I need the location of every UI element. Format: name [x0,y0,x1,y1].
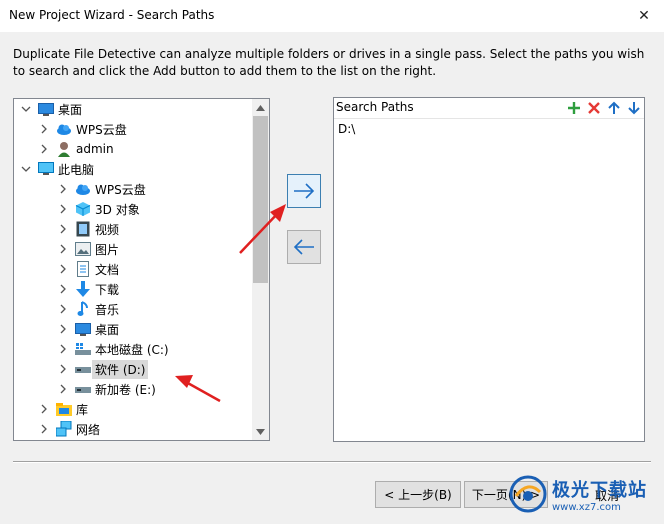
scroll-down-icon [256,428,265,435]
close-button[interactable]: ✕ [624,0,664,32]
tree-item-label: admin [76,142,114,156]
tree-item-label: 本地磁盘 (C:) [95,342,169,357]
tree-item[interactable]: admin [38,139,114,159]
chevron-right-icon[interactable] [38,403,50,415]
remove-path-button[interactable] [287,230,321,264]
tree-item-label: 库 [76,402,89,417]
tree-item-label: 桌面 [95,322,120,337]
tree-item[interactable]: WPS云盘 [57,179,146,199]
title-bar: New Project Wizard - Search Paths ✕ [0,0,664,32]
tree-item[interactable]: 此电脑 [20,159,94,179]
search-path-item[interactable]: D:\ [338,122,355,136]
tree-item[interactable]: 桌面 [57,319,119,339]
tree-item-selected[interactable]: 软件 (D:) [57,359,149,379]
desktop-icon [38,101,54,117]
scroll-up-button[interactable] [252,99,269,116]
tree-item-label: 3D 对象 [95,202,140,217]
tree-item[interactable]: 新加卷 (E:) [57,379,156,399]
tree-item-label: 文档 [95,262,120,277]
remove-icon[interactable] [585,100,602,116]
tree-item-label: 软件 (D:) [92,359,149,379]
chevron-right-icon[interactable] [57,263,69,275]
tree-item-label: WPS云盘 [76,122,127,137]
chevron-down-icon[interactable] [20,163,32,175]
tree-item-label: 此电脑 [58,162,95,177]
cloud-icon [56,121,72,137]
search-paths-header: Search Paths [334,98,644,119]
add-icon[interactable] [565,100,582,116]
arrow-left-icon [293,239,314,255]
arrow-right-icon [294,183,315,199]
user-icon [56,141,72,157]
folder-tree[interactable]: 桌面 WPS云盘 admin 此电脑 WPS云盘 3D 对象 视频 图片 文档 [13,98,270,441]
tree-item-label: 新加卷 (E:) [95,382,156,397]
add-path-button[interactable] [287,174,321,208]
drive-icon [75,381,91,397]
watermark-text: 极光下载站 [552,479,647,501]
tree-item-label: WPS云盘 [95,182,146,197]
chevron-right-icon[interactable] [38,423,50,435]
move-down-icon[interactable] [625,100,642,116]
chevron-right-icon[interactable] [57,343,69,355]
tree-scrollbar[interactable] [252,99,269,440]
music-icon [75,301,91,317]
tree-item[interactable]: 3D 对象 [57,199,140,219]
tree-item-label: 下载 [95,282,120,297]
search-paths-toolbar [565,100,642,116]
tree-item[interactable]: 视频 [57,219,119,239]
back-button[interactable]: < 上一步(B) [375,481,461,508]
computer-icon [38,161,54,177]
tree-item-label: 视频 [95,222,120,237]
drive-icon [75,361,91,377]
video-icon [75,221,91,237]
chevron-right-icon[interactable] [57,223,69,235]
chevron-right-icon[interactable] [57,323,69,335]
tree-item-label: 音乐 [95,302,120,317]
tree-item[interactable]: WPS云盘 [38,119,127,139]
chevron-right-icon[interactable] [57,363,69,375]
download-icon [75,281,91,297]
tree-item[interactable]: 桌面 [20,99,82,119]
picture-icon [75,241,91,257]
tree-item[interactable]: 下载 [57,279,119,299]
search-paths-panel: Search Paths D:\ [333,97,645,442]
scroll-down-button[interactable] [252,423,269,440]
tree-item[interactable]: 音乐 [57,299,119,319]
watermark-url: www.xz7.com [552,501,621,513]
chevron-right-icon[interactable] [57,243,69,255]
close-icon: ✕ [638,8,650,24]
tree-item[interactable]: 库 [38,399,88,419]
chevron-right-icon[interactable] [38,143,50,155]
tree-item[interactable]: 本地磁盘 (C:) [57,339,169,359]
library-icon [56,401,72,417]
move-up-icon[interactable] [605,100,622,116]
network-icon [56,421,72,437]
chevron-right-icon[interactable] [57,183,69,195]
watermark: 极光下载站 www.xz7.com [508,468,658,520]
instructions-text: Duplicate File Detective can analyze mul… [13,47,645,78]
cube-icon [75,201,91,217]
chevron-right-icon[interactable] [57,203,69,215]
tree-item[interactable]: 图片 [57,239,119,259]
tree-item[interactable]: 网络 [38,419,100,439]
watermark-logo-icon [509,475,547,513]
tree-item-label: 网络 [76,422,101,437]
windows-drive-icon [75,341,91,357]
tree-item-label: 图片 [95,242,120,257]
chevron-right-icon[interactable] [57,383,69,395]
tree-item-label: 桌面 [58,102,83,117]
document-icon [75,261,91,277]
cloud-icon [75,181,91,197]
window-title: New Project Wizard - Search Paths [9,8,215,22]
footer-divider [13,461,651,463]
chevron-down-icon[interactable] [20,103,32,115]
chevron-right-icon[interactable] [57,303,69,315]
chevron-right-icon[interactable] [57,283,69,295]
tree-item[interactable]: 文档 [57,259,119,279]
chevron-right-icon[interactable] [38,123,50,135]
search-paths-title: Search Paths [336,100,414,114]
desktop-icon [75,321,91,337]
scroll-up-icon [256,104,265,111]
scrollbar-thumb[interactable] [253,116,268,283]
